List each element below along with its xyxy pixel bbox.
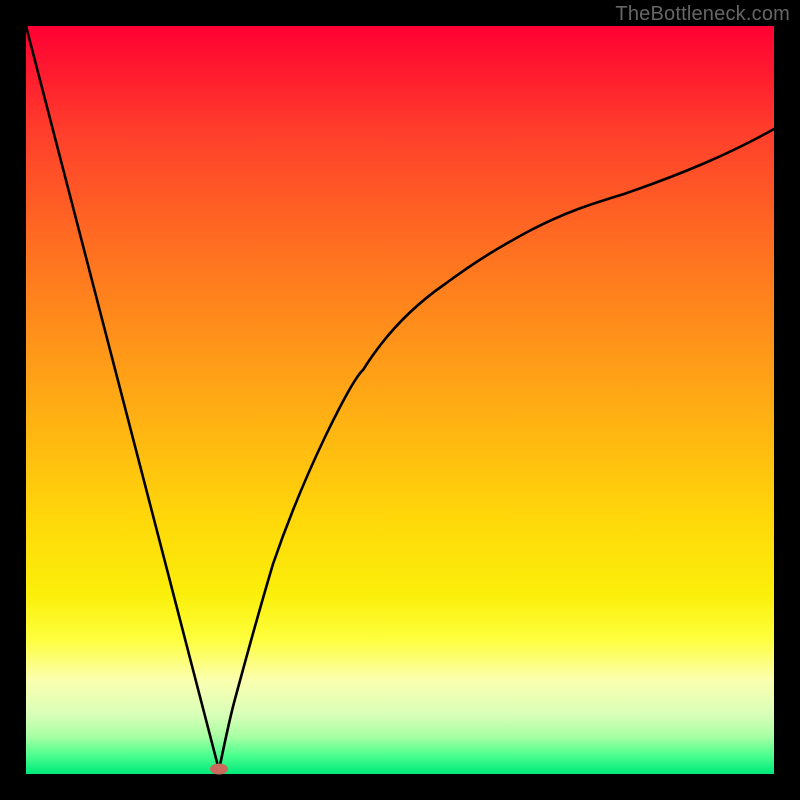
curve-left-branch [26, 26, 219, 770]
curve-right-branch-smooth [219, 129, 774, 770]
plot-area: [data-name="curve-right-branch"] { displ… [26, 26, 774, 774]
vertex-marker [210, 764, 228, 775]
watermark-text: TheBottleneck.com [615, 3, 790, 26]
plot-svg: [data-name="curve-right-branch"] { displ… [26, 26, 774, 774]
chart-frame: [data-name="curve-right-branch"] { displ… [0, 0, 800, 800]
